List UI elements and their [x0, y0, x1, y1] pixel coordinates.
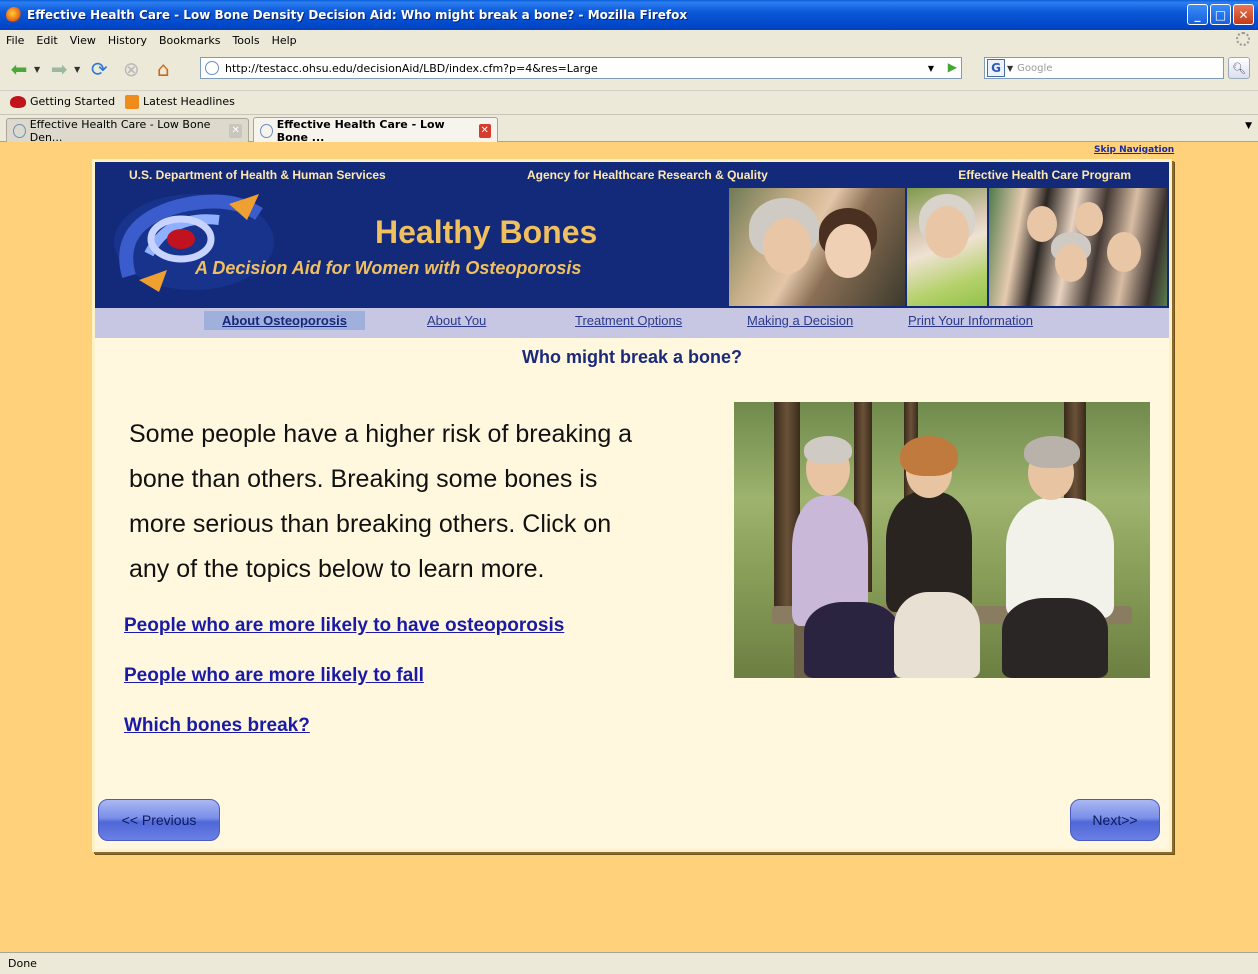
- tab-close-icon[interactable]: ✕: [478, 123, 491, 138]
- intro-line: Some people have a higher risk of breaki…: [129, 420, 633, 448]
- rss-feed-icon: [125, 94, 140, 109]
- menu-history[interactable]: History: [108, 34, 147, 47]
- back-history-dropdown-icon[interactable]: ▼: [34, 65, 40, 74]
- nav-about-osteoporosis[interactable]: About Osteoporosis: [204, 311, 365, 330]
- link-likely-to-fall[interactable]: People who are more likely to fall: [124, 665, 424, 687]
- site-subtitle: A Decision Aid for Women with Osteoporos…: [195, 258, 582, 278]
- menu-bar: File Edit View History Bookmarks Tools H…: [0, 30, 1258, 50]
- window-titlebar: Effective Health Care - Low Bone Density…: [0, 0, 1258, 30]
- stop-icon[interactable]: ⊗: [118, 56, 144, 82]
- nav-treatment-options[interactable]: Treatment Options: [575, 313, 682, 328]
- status-bar: Done: [0, 952, 1258, 974]
- page-favicon-icon: [205, 61, 219, 75]
- link-likely-osteoporosis[interactable]: People who are more likely to have osteo…: [124, 615, 564, 637]
- search-placeholder: Google: [1017, 62, 1053, 74]
- site-container: U.S. Department of Health & Human Servic…: [92, 159, 1172, 852]
- bookmarks-toolbar: Getting Started Latest Headlines: [0, 90, 1258, 112]
- ehc-program-label: Effective Health Care Program: [958, 168, 1131, 182]
- window-title: Effective Health Care - Low Bone Density…: [27, 8, 688, 22]
- status-text: Done: [8, 957, 37, 970]
- tab-strip: Effective Health Care - Low Bone Den... …: [0, 114, 1258, 144]
- tab-list-dropdown-icon[interactable]: ▼: [1245, 121, 1252, 131]
- site-title: Healthy Bones: [375, 214, 598, 250]
- tab-favicon-icon: [13, 123, 26, 138]
- skip-navigation-link[interactable]: Skip Navigation: [1094, 145, 1174, 155]
- intro-line: more serious than breaking others. Click…: [129, 510, 612, 538]
- photo-women-on-bench: [734, 402, 1150, 678]
- banner-photo-smiling-woman: [907, 188, 987, 306]
- banner-photo-group-of-women: [989, 188, 1167, 306]
- site-banner: U.S. Department of Health & Human Servic…: [95, 162, 1169, 308]
- search-box[interactable]: G ▼ Google: [984, 57, 1224, 79]
- search-dropdown-icon[interactable]: ▼: [1007, 64, 1013, 73]
- maximize-button[interactable]: □: [1210, 4, 1231, 25]
- menu-file[interactable]: File: [6, 34, 24, 47]
- reload-icon[interactable]: ⟳: [86, 56, 112, 82]
- nav-about-you[interactable]: About You: [427, 313, 486, 328]
- previous-button[interactable]: << Previous: [98, 799, 220, 841]
- menu-tools[interactable]: Tools: [232, 34, 259, 47]
- tab-2-active[interactable]: Effective Health Care - Low Bone ... ✕: [253, 117, 498, 144]
- window-controls: _ □ ✕: [1187, 4, 1254, 25]
- minimize-button[interactable]: _: [1187, 4, 1208, 25]
- next-button[interactable]: Next>>: [1070, 799, 1160, 841]
- tab-label: Effective Health Care - Low Bone Den...: [29, 117, 211, 144]
- close-window-button[interactable]: ✕: [1233, 4, 1254, 25]
- getting-started-icon: [10, 95, 26, 108]
- tab-close-icon[interactable]: ✕: [229, 123, 242, 138]
- bookmark-getting-started[interactable]: Getting Started: [10, 95, 115, 108]
- intro-line: any of the topics below to learn more.: [129, 555, 545, 583]
- navigation-toolbar: ⬅ ▼ ➡ ▼ ⟳ ⊗ ⌂ http://testacc.ohsu.edu/de…: [0, 50, 1258, 88]
- bookmark-label: Latest Headlines: [143, 95, 235, 108]
- url-dropdown-icon[interactable]: ▼: [923, 60, 939, 76]
- url-text[interactable]: http://testacc.ohsu.edu/decisionAid/LBD/…: [225, 62, 598, 75]
- tab-label: Effective Health Care - Low Bone ...: [276, 117, 445, 144]
- bookmark-label: Getting Started: [30, 95, 116, 108]
- menu-edit[interactable]: Edit: [36, 34, 57, 47]
- forward-history-dropdown-icon[interactable]: ▼: [74, 65, 80, 74]
- ahrq-label: Agency for Healthcare Research & Quality: [527, 168, 768, 182]
- page-viewport: Skip Navigation U.S. Department of Healt…: [0, 142, 1258, 952]
- back-arrow-icon[interactable]: ⬅: [6, 56, 32, 82]
- bookmark-latest-headlines[interactable]: Latest Headlines: [125, 94, 235, 109]
- hhs-label: U.S. Department of Health & Human Servic…: [129, 168, 386, 182]
- intro-paragraph: Some people have a higher risk of breaki…: [129, 412, 729, 592]
- throbber-icon: [1236, 32, 1250, 46]
- banner-photo-grandmother-child: [729, 188, 905, 306]
- nav-making-a-decision[interactable]: Making a Decision: [747, 313, 853, 328]
- tab-1[interactable]: Effective Health Care - Low Bone Den... …: [6, 117, 249, 144]
- home-icon[interactable]: ⌂: [150, 56, 176, 82]
- firefox-icon: [6, 7, 22, 23]
- forward-arrow-icon[interactable]: ➡: [46, 56, 72, 82]
- link-which-bones-break[interactable]: Which bones break?: [124, 715, 310, 737]
- nav-print-your-information[interactable]: Print Your Information: [908, 313, 1033, 328]
- section-nav: About Osteoporosis About You Treatment O…: [95, 308, 1169, 338]
- search-engine-icon[interactable]: G: [987, 59, 1005, 77]
- search-magnifier-icon[interactable]: 🔍︎: [1228, 57, 1250, 79]
- menu-view[interactable]: View: [70, 34, 96, 47]
- page-heading: Who might break a bone?: [521, 347, 742, 367]
- menu-help[interactable]: Help: [272, 34, 297, 47]
- intro-line: bone than others. Breaking some bones is: [129, 465, 598, 493]
- go-arrow-icon[interactable]: ▶: [948, 60, 957, 74]
- menu-bookmarks[interactable]: Bookmarks: [159, 34, 220, 47]
- url-bar[interactable]: http://testacc.ohsu.edu/decisionAid/LBD/…: [200, 57, 962, 79]
- tab-favicon-icon: [260, 123, 273, 138]
